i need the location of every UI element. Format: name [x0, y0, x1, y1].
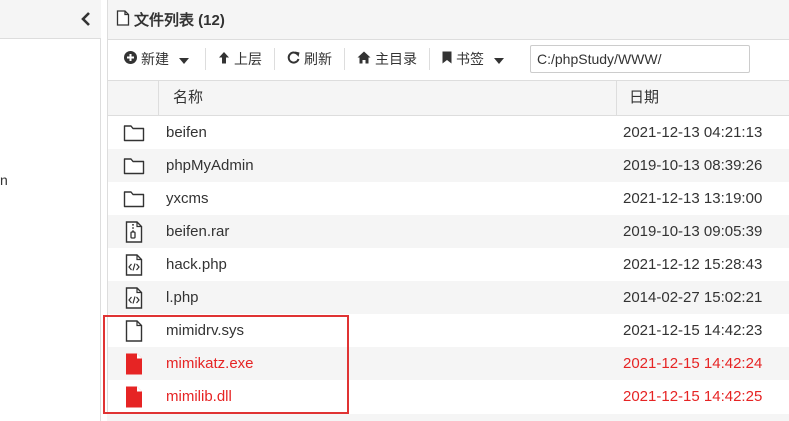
- file-date: 2021-12-15 14:42:25: [623, 388, 763, 405]
- up-level-button[interactable]: 上层: [210, 44, 270, 74]
- panel-title: 文件列表 (12): [134, 12, 225, 29]
- folder-icon: [108, 190, 159, 208]
- toolbar-divider: [344, 47, 345, 70]
- bookmark-label: 书签: [456, 50, 484, 67]
- caret-down-icon: [179, 51, 193, 67]
- file-name: phpMyAdmin: [166, 157, 254, 174]
- plus-circle-icon: [124, 50, 141, 67]
- document-icon: [116, 9, 134, 30]
- file-row[interactable]: l.php 2014-02-27 15:02:21: [108, 281, 789, 314]
- file-date: 2019-10-13 09:05:39: [623, 223, 763, 240]
- file-date: 2021-12-15 14:42:24: [623, 355, 763, 372]
- left-pane: n: [0, 0, 101, 421]
- code-file-icon: [108, 253, 159, 276]
- file-date: 2019-10-13 08:39:26: [623, 157, 763, 174]
- home-icon: [357, 51, 375, 67]
- arrow-up-icon: [218, 51, 234, 67]
- file-row[interactable]: beifen 2021-12-13 04:21:13: [108, 116, 789, 149]
- folder-icon: [108, 157, 159, 175]
- file-date: 2021-12-15 14:42:23: [623, 322, 763, 339]
- refresh-button[interactable]: 刷新: [279, 44, 340, 74]
- file-row[interactable]: mimidrv.sys 2021-12-15 14:42:23: [108, 314, 789, 347]
- folder-icon: [108, 124, 159, 142]
- tree-item-fragment[interactable]: n: [0, 172, 8, 188]
- file-name: mimilib.dll: [166, 388, 232, 405]
- bookmark-button[interactable]: 书签: [434, 44, 516, 74]
- red-file-icon: [108, 386, 159, 408]
- file-row[interactable]: mimikatz.exe 2021-12-15 14:42:24: [108, 347, 789, 380]
- file-list-panel: 文件列表 (12) 新建 上层 刷新 主目录 书签 C:/phpStudy/WW…: [107, 0, 789, 421]
- file-rows: beifen 2021-12-13 04:21:13 phpMyAdmin 20…: [108, 116, 789, 413]
- date-column-header[interactable]: 日期: [617, 81, 789, 115]
- file-name: l.php: [166, 289, 199, 306]
- icon-column-header: [108, 81, 159, 115]
- panel-title-bar: 文件列表 (12): [108, 0, 789, 40]
- caret-down-icon: [494, 51, 508, 67]
- file-row[interactable]: mimilib.dll 2021-12-15 14:42:25: [108, 380, 789, 413]
- name-column-header[interactable]: 名称: [159, 81, 617, 115]
- new-button-label: 新建: [141, 50, 169, 67]
- left-pane-header: [0, 0, 101, 39]
- bookmark-icon: [442, 51, 456, 67]
- file-row[interactable]: hack.php 2021-12-12 15:28:43: [108, 248, 789, 281]
- file-name: mimikatz.exe: [166, 355, 254, 372]
- new-button[interactable]: 新建: [116, 44, 201, 74]
- red-file-icon: [108, 353, 159, 375]
- up-level-label: 上层: [234, 50, 262, 67]
- file-row[interactable]: phpMyAdmin 2019-10-13 08:39:26: [108, 149, 789, 182]
- home-label: 主目录: [375, 50, 417, 67]
- file-grid-header: 名称 日期: [108, 80, 789, 116]
- file-name: mimidrv.sys: [166, 322, 245, 339]
- file-row[interactable]: beifen.rar 2019-10-13 09:05:39: [108, 215, 789, 248]
- toolbar: 新建 上层 刷新 主目录 书签 C:/phpStudy/WWW/: [108, 40, 789, 77]
- partial-row-alt: [107, 414, 789, 421]
- path-input[interactable]: [530, 44, 750, 73]
- refresh-label: 刷新: [304, 50, 332, 67]
- toolbar-divider: [274, 47, 275, 70]
- file-row[interactable]: yxcms 2021-12-13 13:19:00: [108, 182, 789, 215]
- file-date: 2021-12-13 13:19:00: [623, 190, 763, 207]
- chevron-left-icon[interactable]: [79, 10, 93, 28]
- file-date: 2021-12-13 04:21:13: [623, 124, 763, 141]
- archive-file-icon: [108, 220, 159, 243]
- file-name: hack.php: [166, 256, 227, 273]
- home-button[interactable]: 主目录: [349, 44, 425, 74]
- refresh-icon: [287, 51, 304, 67]
- file-name: beifen: [166, 124, 207, 141]
- file-name: beifen.rar: [166, 223, 230, 240]
- code-file-icon: [108, 286, 159, 309]
- file-icon: [108, 319, 159, 342]
- file-name: yxcms: [166, 190, 209, 207]
- toolbar-divider: [429, 47, 430, 70]
- file-date: 2021-12-12 15:28:43: [623, 256, 763, 273]
- toolbar-divider: [205, 47, 206, 70]
- file-date: 2014-02-27 15:02:21: [623, 289, 763, 306]
